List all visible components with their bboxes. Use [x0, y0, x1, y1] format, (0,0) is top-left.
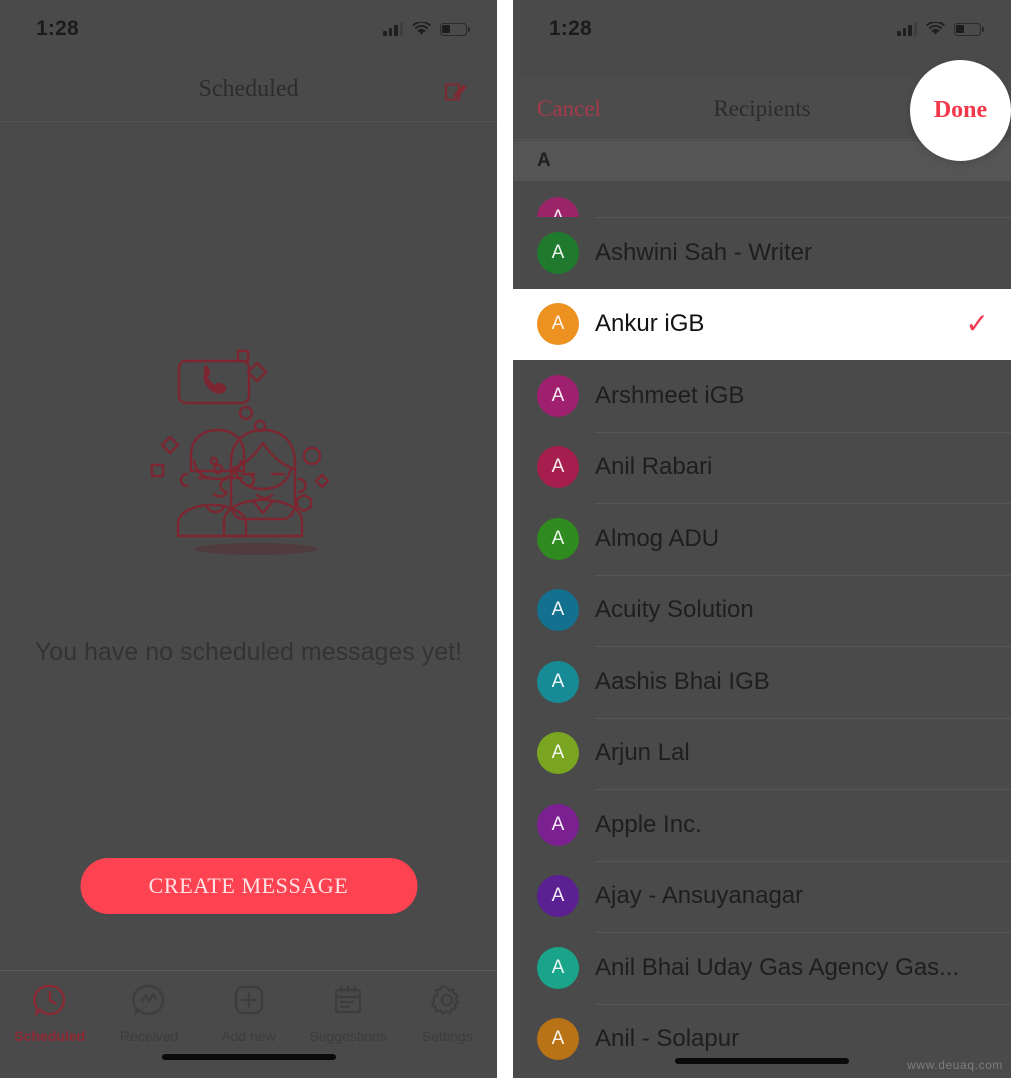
avatar: A	[537, 232, 579, 274]
battery-icon	[440, 23, 467, 36]
avatar: A	[537, 303, 579, 345]
tab-received[interactable]: Received	[99, 971, 198, 1078]
tab-add-new[interactable]: Add new	[199, 971, 298, 1078]
done-button-tap-highlight[interactable]: Done	[910, 60, 1011, 161]
contact-name: Aashis Bhai IGB	[595, 668, 770, 696]
compose-edit-icon[interactable]	[437, 71, 475, 109]
avatar: A	[537, 589, 579, 631]
cancel-button[interactable]: Cancel	[537, 96, 601, 122]
status-time: 1:28	[36, 17, 79, 41]
avatar: A	[537, 661, 579, 703]
status-time: 1:28	[549, 17, 592, 41]
left-phone-panel: 1:28 Scheduled	[0, 0, 497, 1078]
list-item[interactable]: A Ashwini Sah - Writer	[513, 217, 1011, 289]
chat-bubble-wave-icon	[132, 983, 166, 1022]
list-item[interactable]: A Apple Inc.	[513, 789, 1011, 861]
list-item[interactable]: A Arshmeet iGB	[513, 360, 1011, 432]
avatar: A	[537, 947, 579, 989]
contact-name: Apple Inc.	[595, 811, 702, 839]
signal-bars-icon	[383, 22, 403, 36]
avatar: A	[537, 197, 579, 217]
left-nav-bar: Scheduled	[0, 58, 497, 122]
tab-label: Received	[120, 1028, 178, 1044]
tab-suggestions[interactable]: Suggestions	[298, 971, 397, 1078]
wifi-icon	[412, 22, 431, 36]
home-indicator	[675, 1058, 849, 1064]
contact-name: Ajay - Ansuyanagar	[595, 882, 803, 910]
list-item[interactable]: A Anil Bhai Uday Gas Agency Gas...	[513, 932, 1011, 1004]
right-status-bar: 1:28	[513, 0, 1011, 58]
couple-with-call-bubble-illustration	[134, 343, 364, 618]
contact-name: Acuity Solution	[595, 596, 754, 624]
contact-name: Anil Bhai Uday Gas Agency Gas...	[595, 954, 959, 982]
watermark: www.deuaq.com	[907, 1058, 1003, 1072]
contacts-list[interactable]: A A Ashwini Sah - Writer A Ankur iGB ✓ A…	[513, 181, 1011, 1078]
create-message-button[interactable]: CREATE MESSAGE	[80, 858, 417, 914]
avatar: A	[537, 875, 579, 917]
contact-name: Arshmeet iGB	[595, 382, 744, 410]
avatar: A	[537, 446, 579, 488]
page-title: Scheduled	[199, 76, 299, 103]
done-button[interactable]: Done	[934, 97, 987, 124]
tab-settings[interactable]: Settings	[398, 971, 497, 1078]
contact-name: Almog ADU	[595, 525, 719, 553]
avatar: A	[537, 732, 579, 774]
tab-label: Suggestions	[309, 1028, 386, 1044]
list-item[interactable]: A Aashis Bhai IGB	[513, 646, 1011, 718]
avatar: A	[537, 1018, 579, 1060]
bottom-tab-bar: Scheduled Received Add new Suggestions	[0, 970, 497, 1078]
gear-icon	[430, 983, 464, 1022]
list-item[interactable]: A Acuity Solution	[513, 575, 1011, 647]
contact-name: Anil - Solapur	[595, 1025, 739, 1053]
list-item[interactable]: A	[513, 181, 1011, 217]
screenshot-stage: 1:28 Scheduled	[0, 0, 1011, 1078]
left-status-bar: 1:28	[0, 0, 497, 58]
contact-name: Arjun Lal	[595, 739, 690, 767]
plus-square-icon	[232, 983, 266, 1022]
tab-label: Scheduled	[14, 1028, 85, 1044]
status-icons-group	[383, 22, 467, 36]
empty-state-message: You have no scheduled messages yet!	[0, 635, 497, 670]
list-item[interactable]: A Anil Rabari	[513, 432, 1011, 504]
tab-label: Add new	[221, 1028, 275, 1044]
clock-chat-bubble-icon	[33, 983, 67, 1022]
status-icons-group	[897, 22, 981, 36]
contact-name: Ankur iGB	[595, 310, 704, 338]
right-phone-panel: 1:28 Cancel Recipients A A A Ashwini Sah…	[513, 0, 1011, 1078]
avatar: A	[537, 375, 579, 417]
wifi-icon	[926, 22, 945, 36]
calendar-icon	[331, 983, 365, 1022]
tab-scheduled[interactable]: Scheduled	[0, 971, 99, 1078]
home-indicator	[162, 1054, 336, 1060]
empty-state-container: You have no scheduled messages yet! CREA…	[0, 123, 497, 1078]
list-item-selected[interactable]: A Ankur iGB ✓	[513, 289, 1011, 361]
checkmark-icon: ✓	[966, 310, 989, 338]
signal-bars-icon	[897, 22, 917, 36]
battery-icon	[954, 23, 981, 36]
contact-name: Ashwini Sah - Writer	[595, 239, 812, 267]
avatar: A	[537, 518, 579, 560]
list-item[interactable]: A Ajay - Ansuyanagar	[513, 861, 1011, 933]
list-item[interactable]: A Almog ADU	[513, 503, 1011, 575]
contact-name: Anil Rabari	[595, 453, 712, 481]
avatar: A	[537, 804, 579, 846]
list-item[interactable]: A Arjun Lal	[513, 718, 1011, 790]
tab-label: Settings	[422, 1028, 473, 1044]
